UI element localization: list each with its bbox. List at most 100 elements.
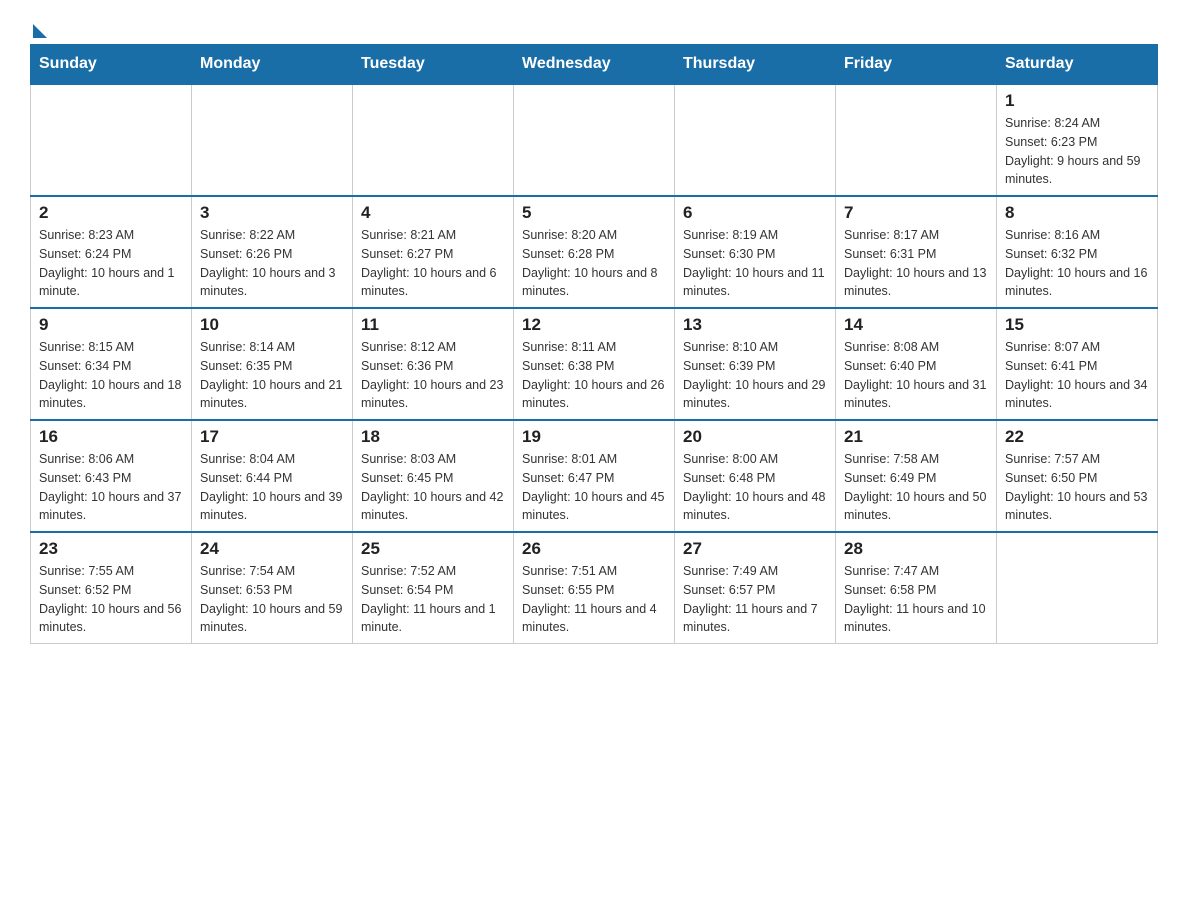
day-info: Sunrise: 7:58 AM Sunset: 6:49 PM Dayligh… (844, 450, 988, 525)
day-number: 24 (200, 539, 344, 559)
day-info: Sunrise: 8:22 AM Sunset: 6:26 PM Dayligh… (200, 226, 344, 301)
calendar-cell (31, 84, 192, 196)
day-number: 12 (522, 315, 666, 335)
day-info: Sunrise: 8:08 AM Sunset: 6:40 PM Dayligh… (844, 338, 988, 413)
day-number: 7 (844, 203, 988, 223)
calendar-cell: 13 Sunrise: 8:10 AM Sunset: 6:39 PM Dayli… (675, 308, 836, 420)
calendar-cell: 8 Sunrise: 8:16 AM Sunset: 6:32 PM Daylig… (997, 196, 1158, 308)
calendar-cell: 26 Sunrise: 7:51 AM Sunset: 6:55 PM Dayli… (514, 532, 675, 644)
day-number: 22 (1005, 427, 1149, 447)
day-number: 16 (39, 427, 183, 447)
day-number: 10 (200, 315, 344, 335)
day-info: Sunrise: 8:04 AM Sunset: 6:44 PM Dayligh… (200, 450, 344, 525)
day-number: 4 (361, 203, 505, 223)
calendar-cell: 28Sunrise: 7:47 AM Sunset: 6:58 PM Dayli… (836, 532, 997, 644)
day-number: 1 (1005, 91, 1149, 111)
calendar-table: SundayMondayTuesdayWednesdayThursdayFrid… (30, 44, 1158, 644)
page-header (30, 20, 1158, 34)
calendar-cell: 1 Sunrise: 8:24 AM Sunset: 6:23 PM Daylig… (997, 84, 1158, 196)
calendar-week-row: 9Sunrise: 8:15 AM Sunset: 6:34 PM Daylig… (31, 308, 1158, 420)
day-info: Sunrise: 8:03 AM Sunset: 6:45 PM Dayligh… (361, 450, 505, 525)
weekday-header-wednesday: Wednesday (514, 45, 675, 85)
day-number: 15 (1005, 315, 1149, 335)
day-info: Sunrise: 8:06 AM Sunset: 6:43 PM Dayligh… (39, 450, 183, 525)
calendar-week-row: 23 Sunrise: 7:55 AM Sunset: 6:52 PM Dayli… (31, 532, 1158, 644)
calendar-cell (514, 84, 675, 196)
calendar-cell (192, 84, 353, 196)
weekday-header-friday: Friday (836, 45, 997, 85)
logo-triangle-icon (33, 24, 47, 38)
day-info: Sunrise: 7:52 AM Sunset: 6:54 PM Dayligh… (361, 562, 505, 637)
calendar-cell: 9Sunrise: 8:15 AM Sunset: 6:34 PM Daylig… (31, 308, 192, 420)
day-number: 8 (1005, 203, 1149, 223)
day-number: 14 (844, 315, 988, 335)
calendar-cell: 4 Sunrise: 8:21 AM Sunset: 6:27 PM Daylig… (353, 196, 514, 308)
calendar-cell: 7 Sunrise: 8:17 AM Sunset: 6:31 PM Daylig… (836, 196, 997, 308)
logo (30, 20, 47, 34)
day-number: 20 (683, 427, 827, 447)
calendar-week-row: 2Sunrise: 8:23 AM Sunset: 6:24 PM Daylig… (31, 196, 1158, 308)
day-info: Sunrise: 8:23 AM Sunset: 6:24 PM Dayligh… (39, 226, 183, 301)
day-info: Sunrise: 8:07 AM Sunset: 6:41 PM Dayligh… (1005, 338, 1149, 413)
day-info: Sunrise: 8:01 AM Sunset: 6:47 PM Dayligh… (522, 450, 666, 525)
calendar-cell: 5 Sunrise: 8:20 AM Sunset: 6:28 PM Daylig… (514, 196, 675, 308)
calendar-cell: 19 Sunrise: 8:01 AM Sunset: 6:47 PM Dayli… (514, 420, 675, 532)
calendar-cell: 24 Sunrise: 7:54 AM Sunset: 6:53 PM Dayli… (192, 532, 353, 644)
day-number: 3 (200, 203, 344, 223)
calendar-cell: 2Sunrise: 8:23 AM Sunset: 6:24 PM Daylig… (31, 196, 192, 308)
calendar-cell (836, 84, 997, 196)
weekday-header-saturday: Saturday (997, 45, 1158, 85)
calendar-cell: 18 Sunrise: 8:03 AM Sunset: 6:45 PM Dayli… (353, 420, 514, 532)
day-info: Sunrise: 8:00 AM Sunset: 6:48 PM Dayligh… (683, 450, 827, 525)
calendar-cell: 16 Sunrise: 8:06 AM Sunset: 6:43 PM Dayli… (31, 420, 192, 532)
day-info: Sunrise: 8:12 AM Sunset: 6:36 PM Dayligh… (361, 338, 505, 413)
calendar-cell: 21 Sunrise: 7:58 AM Sunset: 6:49 PM Dayli… (836, 420, 997, 532)
day-number: 13 (683, 315, 827, 335)
calendar-cell: 11 Sunrise: 8:12 AM Sunset: 6:36 PM Dayli… (353, 308, 514, 420)
calendar-cell: 14 Sunrise: 8:08 AM Sunset: 6:40 PM Dayli… (836, 308, 997, 420)
calendar-week-row: 1 Sunrise: 8:24 AM Sunset: 6:23 PM Daylig… (31, 84, 1158, 196)
day-info: Sunrise: 8:19 AM Sunset: 6:30 PM Dayligh… (683, 226, 827, 301)
calendar-cell: 25 Sunrise: 7:52 AM Sunset: 6:54 PM Dayli… (353, 532, 514, 644)
day-info: Sunrise: 7:51 AM Sunset: 6:55 PM Dayligh… (522, 562, 666, 637)
calendar-cell: 23 Sunrise: 7:55 AM Sunset: 6:52 PM Dayli… (31, 532, 192, 644)
day-number: 21 (844, 427, 988, 447)
day-info: Sunrise: 8:20 AM Sunset: 6:28 PM Dayligh… (522, 226, 666, 301)
calendar-cell (997, 532, 1158, 644)
day-info: Sunrise: 7:55 AM Sunset: 6:52 PM Dayligh… (39, 562, 183, 637)
day-number: 27 (683, 539, 827, 559)
day-info: Sunrise: 8:24 AM Sunset: 6:23 PM Dayligh… (1005, 114, 1149, 189)
calendar-cell (353, 84, 514, 196)
calendar-cell: 10Sunrise: 8:14 AM Sunset: 6:35 PM Dayli… (192, 308, 353, 420)
day-info: Sunrise: 8:10 AM Sunset: 6:39 PM Dayligh… (683, 338, 827, 413)
weekday-header-row: SundayMondayTuesdayWednesdayThursdayFrid… (31, 45, 1158, 85)
day-number: 26 (522, 539, 666, 559)
day-info: Sunrise: 8:21 AM Sunset: 6:27 PM Dayligh… (361, 226, 505, 301)
day-info: Sunrise: 7:57 AM Sunset: 6:50 PM Dayligh… (1005, 450, 1149, 525)
day-info: Sunrise: 7:49 AM Sunset: 6:57 PM Dayligh… (683, 562, 827, 637)
day-info: Sunrise: 7:47 AM Sunset: 6:58 PM Dayligh… (844, 562, 988, 637)
day-info: Sunrise: 7:54 AM Sunset: 6:53 PM Dayligh… (200, 562, 344, 637)
weekday-header-sunday: Sunday (31, 45, 192, 85)
day-info: Sunrise: 8:17 AM Sunset: 6:31 PM Dayligh… (844, 226, 988, 301)
weekday-header-tuesday: Tuesday (353, 45, 514, 85)
calendar-cell: 22 Sunrise: 7:57 AM Sunset: 6:50 PM Dayli… (997, 420, 1158, 532)
day-info: Sunrise: 8:15 AM Sunset: 6:34 PM Dayligh… (39, 338, 183, 413)
day-number: 18 (361, 427, 505, 447)
day-number: 25 (361, 539, 505, 559)
day-number: 17 (200, 427, 344, 447)
day-number: 6 (683, 203, 827, 223)
calendar-cell: 3 Sunrise: 8:22 AM Sunset: 6:26 PM Daylig… (192, 196, 353, 308)
day-number: 23 (39, 539, 183, 559)
day-info: Sunrise: 8:16 AM Sunset: 6:32 PM Dayligh… (1005, 226, 1149, 301)
day-number: 19 (522, 427, 666, 447)
calendar-cell: 12 Sunrise: 8:11 AM Sunset: 6:38 PM Dayli… (514, 308, 675, 420)
calendar-cell: 17 Sunrise: 8:04 AM Sunset: 6:44 PM Dayli… (192, 420, 353, 532)
weekday-header-thursday: Thursday (675, 45, 836, 85)
calendar-cell: 20 Sunrise: 8:00 AM Sunset: 6:48 PM Dayli… (675, 420, 836, 532)
day-info: Sunrise: 8:11 AM Sunset: 6:38 PM Dayligh… (522, 338, 666, 413)
day-number: 5 (522, 203, 666, 223)
calendar-cell: 15 Sunrise: 8:07 AM Sunset: 6:41 PM Dayli… (997, 308, 1158, 420)
day-number: 11 (361, 315, 505, 335)
calendar-week-row: 16 Sunrise: 8:06 AM Sunset: 6:43 PM Dayli… (31, 420, 1158, 532)
